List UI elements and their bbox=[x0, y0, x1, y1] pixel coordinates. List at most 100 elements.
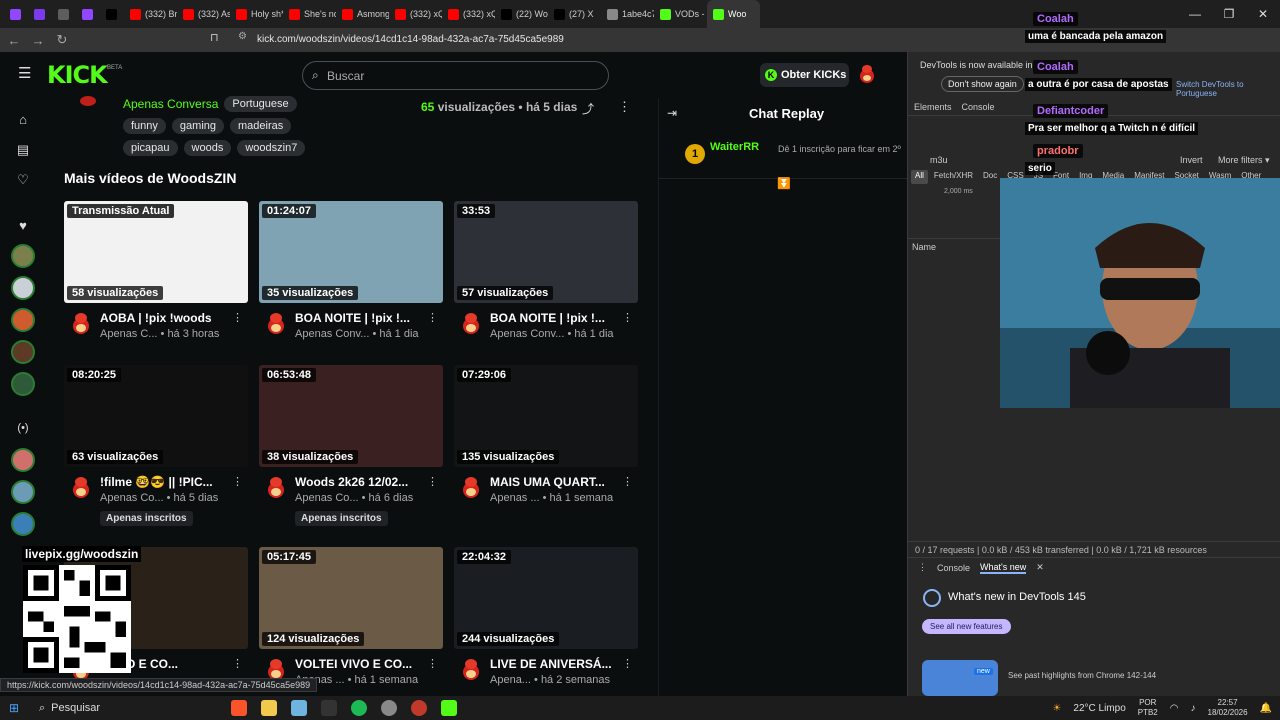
windows-start-icon[interactable]: ⊞ bbox=[9, 701, 27, 715]
terminal-app-icon[interactable] bbox=[321, 700, 337, 716]
video-title[interactable]: Woods 2k26 12/02... bbox=[295, 475, 430, 489]
search-box[interactable]: ⌕ Buscar bbox=[302, 61, 609, 90]
channel-avatar[interactable] bbox=[460, 475, 482, 499]
share-icon[interactable]: ⤴ bbox=[582, 100, 594, 117]
browser-tab[interactable]: (332) xQc bbox=[442, 0, 495, 28]
filter-input[interactable]: m3u bbox=[930, 155, 948, 165]
bookmark-icon[interactable]: ⊓ bbox=[210, 31, 219, 44]
video-thumbnail[interactable]: 33:53 57 visualizações bbox=[454, 201, 638, 303]
chat-username[interactable]: WaiterRR bbox=[710, 141, 759, 153]
video-title[interactable]: !filme 🤓😎 || !PIC... bbox=[100, 475, 235, 489]
video-thumbnail[interactable]: 07:29:06 135 visualizações bbox=[454, 365, 638, 467]
followed-channel-avatar[interactable] bbox=[11, 340, 35, 364]
drawer-tab-console[interactable]: Console bbox=[937, 563, 970, 573]
favorites-heart-icon[interactable]: ♥ bbox=[15, 218, 31, 234]
tag-chip[interactable]: madeiras bbox=[230, 118, 292, 134]
browser-tab[interactable]: VODs - Kick bbox=[654, 0, 707, 28]
app-icon[interactable] bbox=[291, 700, 307, 716]
request-type-filter[interactable]: All bbox=[911, 170, 928, 184]
devtools-tab[interactable]: Elements bbox=[914, 102, 952, 112]
video-card[interactable]: 07:29:06 135 visualizações MAIS UMA QUART.… bbox=[454, 365, 638, 513]
video-thumbnail[interactable]: 01:24:07 35 visualizações bbox=[259, 201, 443, 303]
channel-avatar[interactable] bbox=[460, 657, 482, 681]
video-thumbnail[interactable]: 08:20:25 63 visualizações bbox=[64, 365, 248, 467]
video-title[interactable]: BOA NOITE | !pix !... bbox=[295, 311, 430, 325]
invert-checkbox[interactable]: Invert bbox=[1180, 155, 1203, 165]
browser-tab[interactable] bbox=[76, 0, 100, 28]
close-window-icon[interactable]: ✕ bbox=[1246, 7, 1280, 21]
video-options-icon[interactable]: ⋮ bbox=[427, 311, 438, 324]
clock[interactable]: 22:57 18/02/2026 bbox=[1208, 698, 1248, 718]
tag-chip[interactable]: funny bbox=[123, 118, 166, 134]
browser-tab[interactable]: (332) Asmo bbox=[177, 0, 230, 28]
search-placeholder[interactable]: Buscar bbox=[327, 69, 364, 83]
kick-logo[interactable]: KICK bbox=[47, 61, 108, 89]
video-thumbnail[interactable]: 22:04:32 244 visualizações bbox=[454, 547, 638, 649]
recommended-channel-avatar[interactable] bbox=[11, 512, 35, 536]
video-card[interactable]: 22:04:32 244 visualizações LIVE DE ANIVERS… bbox=[454, 547, 638, 695]
video-card[interactable]: 06:53:48 38 visualizações Woods 2k26 12/02… bbox=[259, 365, 443, 526]
expand-leaderboard-icon[interactable]: ⏬ bbox=[777, 177, 791, 190]
browser-tab[interactable] bbox=[28, 0, 52, 28]
recommended-channel-avatar[interactable] bbox=[11, 448, 35, 472]
browser-tab[interactable] bbox=[100, 0, 124, 28]
obs-app-icon[interactable] bbox=[411, 700, 427, 716]
video-options-icon[interactable]: ⋮ bbox=[232, 475, 243, 488]
browser-tab[interactable]: Asmongold bbox=[336, 0, 389, 28]
video-card[interactable]: 08:20:25 63 visualizações !filme 🤓😎 || !PI… bbox=[64, 365, 248, 526]
followed-channel-avatar[interactable] bbox=[11, 244, 35, 268]
channel-avatar[interactable] bbox=[70, 311, 92, 335]
past-highlights-link[interactable]: See past highlights from Chrome 142-144 bbox=[1008, 671, 1156, 680]
get-kicks-button[interactable]: K Obter KICKs bbox=[760, 63, 849, 87]
video-card[interactable]: Transmissão Atual 58 visualizações AOBA | … bbox=[64, 201, 248, 349]
reload-icon[interactable]: ↻ bbox=[52, 32, 72, 48]
tag-chip[interactable]: woods bbox=[183, 140, 232, 156]
browse-icon[interactable]: ▤ bbox=[15, 142, 31, 158]
tag-chip[interactable]: gaming bbox=[171, 118, 224, 134]
site-info-icon[interactable]: ⚙ bbox=[238, 31, 247, 42]
channel-avatar[interactable] bbox=[265, 475, 287, 499]
video-options-icon[interactable]: ⋮ bbox=[427, 657, 438, 670]
weather-icon[interactable]: ☀ bbox=[1052, 703, 1061, 714]
browser-tab[interactable]: Woo bbox=[707, 0, 760, 28]
brave-app-icon[interactable] bbox=[231, 700, 247, 716]
devtools-tab[interactable]: Console bbox=[962, 102, 995, 112]
more-filters-dropdown[interactable]: More filters ▾ bbox=[1218, 155, 1270, 166]
tag-chip[interactable]: Portuguese bbox=[224, 96, 297, 112]
video-thumbnail[interactable]: Transmissão Atual 58 visualizações bbox=[64, 201, 248, 303]
back-icon[interactable]: ← bbox=[4, 33, 24, 48]
video-title[interactable]: BOA NOITE | !pix !... bbox=[490, 311, 625, 325]
following-heart-icon[interactable]: ♡ bbox=[15, 172, 31, 188]
wifi-icon[interactable]: ◠ bbox=[1170, 703, 1179, 714]
volume-icon[interactable]: ♪ bbox=[1191, 703, 1196, 714]
drawer-tab-whats-new[interactable]: What's new bbox=[980, 562, 1027, 574]
notification-bell-icon[interactable]: 🔔 bbox=[1260, 703, 1272, 714]
browser-tab[interactable]: (332) xQc ( bbox=[389, 0, 442, 28]
spotify-app-icon[interactable] bbox=[351, 700, 367, 716]
input-language[interactable]: POR PTB2 bbox=[1138, 698, 1158, 718]
forward-icon[interactable]: → bbox=[28, 33, 48, 48]
video-title[interactable]: MAIS UMA QUART... bbox=[490, 475, 625, 489]
followed-channel-avatar[interactable] bbox=[11, 276, 35, 300]
channel-avatar[interactable] bbox=[265, 311, 287, 335]
browser-tab[interactable]: (27) X bbox=[548, 0, 601, 28]
tag-chip[interactable]: woodszin7 bbox=[237, 140, 306, 156]
video-thumbnail[interactable]: 05:17:45 124 visualizações bbox=[259, 547, 443, 649]
video-card[interactable]: 01:24:07 35 visualizações BOA NOITE | !pix… bbox=[259, 201, 443, 349]
video-card[interactable]: 33:53 57 visualizações BOA NOITE | !pix !.… bbox=[454, 201, 638, 349]
collapse-chat-icon[interactable]: ⇥ bbox=[667, 106, 677, 120]
menu-icon[interactable]: ☰ bbox=[18, 66, 32, 81]
video-options-icon[interactable]: ⋮ bbox=[232, 311, 243, 324]
home-icon[interactable]: ⌂ bbox=[15, 112, 31, 128]
video-options-icon[interactable]: ⋮ bbox=[427, 475, 438, 488]
more-options-icon[interactable]: ⋮ bbox=[618, 99, 631, 115]
request-type-filter[interactable]: Fetch/XHR bbox=[930, 170, 977, 184]
channel-avatar[interactable] bbox=[460, 311, 482, 335]
video-card[interactable]: 05:17:45 124 visualizações VOLTEI VIVO E C… bbox=[259, 547, 443, 695]
recommended-channel-avatar[interactable] bbox=[11, 480, 35, 504]
past-highlights-thumbnail[interactable]: new bbox=[922, 660, 998, 696]
browser-tab[interactable]: 1abe4c77-1 bbox=[601, 0, 654, 28]
url-field[interactable]: kick.com/woodszin/videos/14cd1c14-98ad-4… bbox=[234, 32, 934, 48]
video-title[interactable]: VOLTEI VIVO E CO... bbox=[295, 657, 430, 671]
dont-show-button[interactable]: Don't show again bbox=[941, 76, 1024, 92]
